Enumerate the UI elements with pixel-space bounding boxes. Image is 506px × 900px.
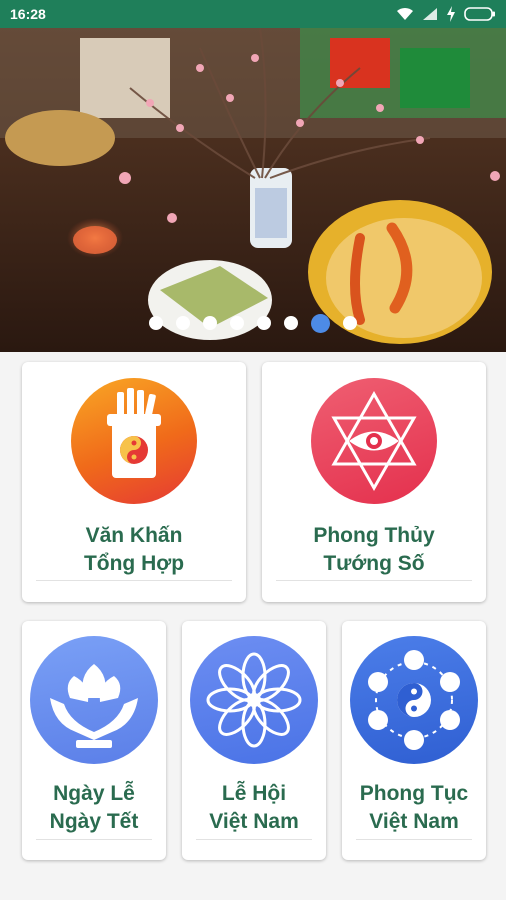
carousel-dot[interactable] <box>203 316 217 330</box>
divider <box>196 839 312 840</box>
card-title: Phong Thủy Tướng Số <box>313 524 435 575</box>
phong-thuy-tuong-so-card[interactable]: Phong Thủy Tướng Số <box>262 362 486 602</box>
status-time: 16:28 <box>10 6 46 22</box>
battery-icon <box>464 7 495 21</box>
status-bar: 16:28 <box>0 0 506 28</box>
wifi-icon <box>397 7 413 20</box>
ngay-le-ngay-tet-card[interactable]: Ngày Lễ Ngày Tết <box>22 621 166 860</box>
carousel-dot[interactable] <box>149 316 163 330</box>
incense-yin-yang-icon <box>71 378 197 504</box>
divider <box>36 839 152 840</box>
card-title: Ngày Lễ Ngày Tết <box>49 782 139 833</box>
card-title: Văn Khấn Tổng Hợp <box>83 524 185 575</box>
carousel-dot[interactable] <box>343 316 357 330</box>
status-icons <box>396 6 496 22</box>
card-title: Lễ Hội Việt Nam <box>209 782 299 833</box>
carousel-dot[interactable] <box>230 316 244 330</box>
card-title: Phong Tục Việt Nam <box>359 782 469 833</box>
star-of-david-eye-icon <box>311 378 437 504</box>
charging-icon <box>447 6 455 22</box>
phong-tuc-viet-nam-card[interactable]: Phong Tục Việt Nam <box>342 621 486 860</box>
banner-carousel[interactable] <box>0 28 506 352</box>
altar-offerings-photo <box>0 28 506 352</box>
lotus-hands-icon <box>30 636 158 764</box>
divider <box>276 580 472 581</box>
carousel-dot[interactable] <box>176 316 190 330</box>
divider <box>356 839 472 840</box>
mandala-flower-icon <box>190 636 318 764</box>
van-khan-tong-hop-card[interactable]: Văn Khấn Tổng Hợp <box>22 362 246 602</box>
carousel-dot-active[interactable] <box>311 314 330 333</box>
divider <box>36 580 232 581</box>
yin-yang-circles-icon <box>350 636 478 764</box>
le-hoi-viet-nam-card[interactable]: Lễ Hội Việt Nam <box>182 621 326 860</box>
carousel-dot[interactable] <box>284 316 298 330</box>
carousel-indicator[interactable] <box>0 314 506 333</box>
carousel-dot[interactable] <box>257 316 271 330</box>
signal-icon <box>423 8 437 20</box>
